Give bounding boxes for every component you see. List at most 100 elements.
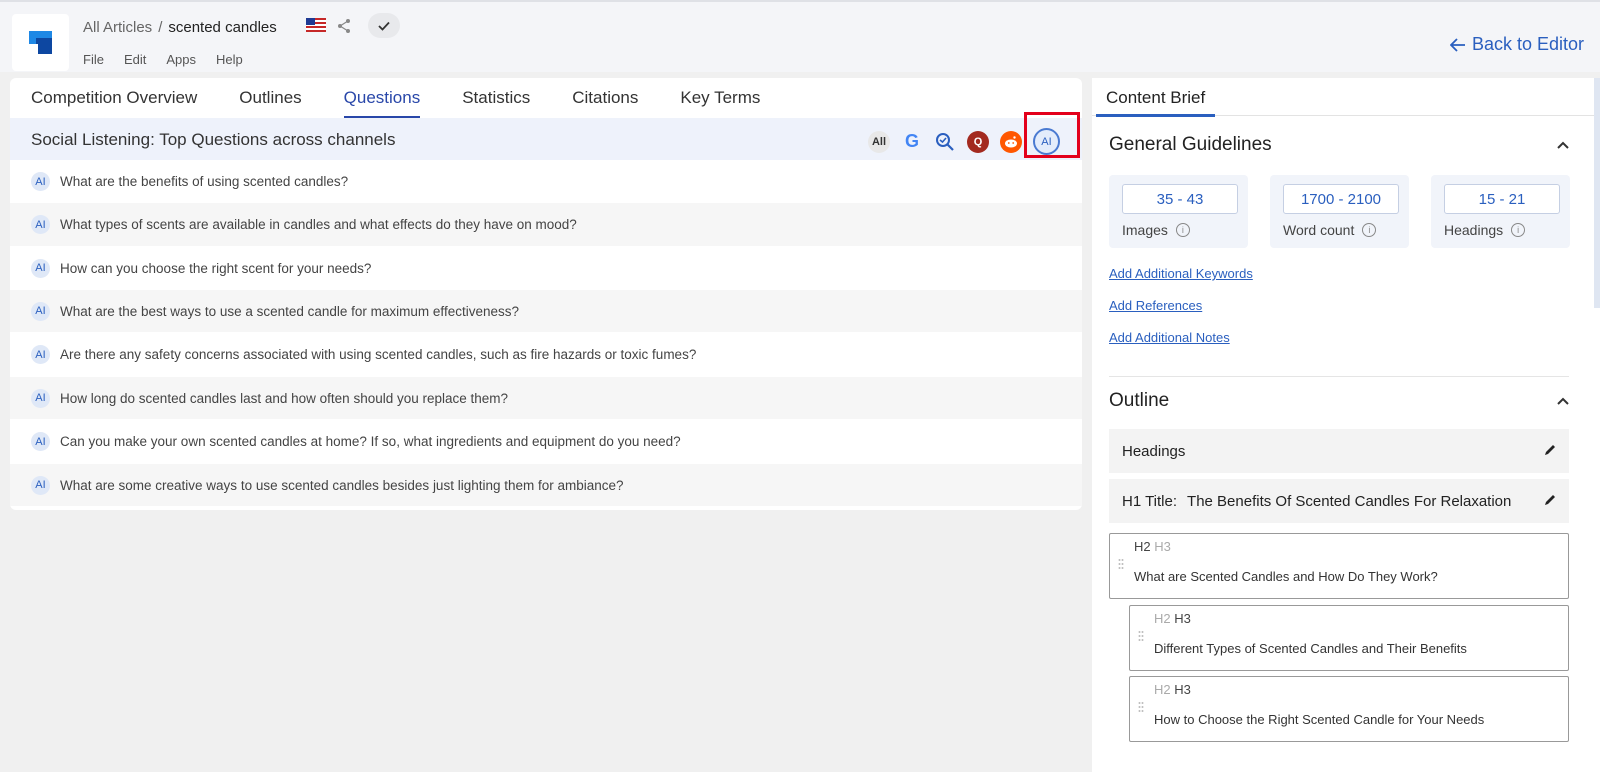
drag-handle-icon[interactable] — [1118, 558, 1124, 570]
top-bar: All Articles / scented candles File Edit… — [0, 0, 1600, 72]
breadcrumb-current: scented candles — [168, 18, 277, 36]
menu-apps[interactable]: Apps — [166, 52, 196, 67]
outline-item-text: What are Scented Candles and How Do They… — [1134, 569, 1438, 584]
brief-tab-bar: Content Brief — [1092, 78, 1600, 117]
info-icon[interactable]: i — [1362, 223, 1377, 237]
question-row[interactable]: AI What are the best ways to use a scent… — [10, 290, 1082, 332]
tab-questions[interactable]: Questions — [343, 78, 420, 118]
filter-all-button[interactable]: All — [868, 130, 890, 153]
tab-competition-overview[interactable]: Competition Overview — [31, 78, 197, 118]
outline-item-text: Different Types of Scented Candles and T… — [1154, 641, 1467, 656]
ai-badge: AI — [31, 475, 50, 495]
h1-value: The Benefits Of Scented Candles For Rela… — [1187, 492, 1512, 510]
h3-tag[interactable]: H3 — [1174, 611, 1191, 626]
ai-badge: AI — [31, 432, 50, 451]
add-references-link[interactable]: Add References — [1109, 298, 1202, 313]
drag-handle-icon[interactable] — [1138, 701, 1144, 713]
question-text: How can you choose the right scent for y… — [60, 260, 372, 276]
h2-tag[interactable]: H2 — [1134, 539, 1151, 554]
search-check-icon[interactable] — [934, 131, 956, 153]
outline-title: Outline — [1109, 390, 1170, 411]
heading-level-toggle: H2 H3 — [1134, 539, 1171, 554]
drag-handle-icon[interactable] — [1138, 630, 1144, 642]
images-label: Images — [1122, 222, 1168, 238]
outline-item-text: How to Choose the Right Scented Candle f… — [1154, 712, 1485, 727]
question-text: What are the benefits of using scented c… — [60, 174, 349, 189]
word-count-range[interactable]: 1700 - 2100 — [1283, 184, 1399, 214]
check-button[interactable] — [368, 13, 400, 38]
question-text: What types of scents are available in ca… — [60, 217, 577, 232]
general-guidelines-title: General Guidelines — [1109, 134, 1272, 155]
back-to-editor-link[interactable]: Back to Editor — [1449, 34, 1584, 55]
check-icon — [378, 21, 390, 31]
add-notes-link[interactable]: Add Additional Notes — [1109, 330, 1230, 345]
h2-tag[interactable]: H2 — [1154, 682, 1171, 697]
questions-list: AI What are the benefits of using scente… — [10, 160, 1082, 506]
question-text: What are the best ways to use a scented … — [60, 303, 519, 319]
pencil-icon[interactable] — [1543, 443, 1557, 457]
menu-help[interactable]: Help — [216, 52, 243, 67]
heading-level-toggle: H2 H3 — [1154, 611, 1191, 626]
tab-statistics[interactable]: Statistics — [462, 78, 530, 118]
tab-content-brief[interactable]: Content Brief — [1096, 78, 1216, 117]
outline-item-h3[interactable]: H2 H3 Different Types of Scented Candles… — [1129, 605, 1569, 671]
question-row[interactable]: AI How can you choose the right scent fo… — [10, 246, 1082, 290]
question-row[interactable]: AI What are the benefits of using scente… — [10, 160, 1082, 203]
menu-edit[interactable]: Edit — [124, 52, 146, 67]
question-text: Can you make your own scented candles at… — [60, 434, 681, 449]
outline-item-h3[interactable]: H2 H3 How to Choose the Right Scented Ca… — [1129, 676, 1569, 742]
question-row[interactable]: AI What types of scents are available in… — [10, 203, 1082, 246]
headings-range[interactable]: 15 - 21 — [1444, 184, 1560, 214]
h3-tag[interactable]: H3 — [1174, 682, 1191, 697]
scrollbar[interactable] — [1594, 78, 1600, 308]
info-icon[interactable]: i — [1175, 223, 1190, 237]
chevron-up-icon[interactable] — [1556, 138, 1570, 152]
breadcrumb: All Articles / scented candles — [83, 17, 277, 37]
h2-tag[interactable]: H2 — [1154, 611, 1171, 626]
tab-key-terms[interactable]: Key Terms — [680, 78, 760, 118]
h3-tag[interactable]: H3 — [1154, 539, 1171, 554]
google-icon[interactable]: G — [901, 131, 923, 153]
guideline-images: 35 - 43 Images i — [1109, 175, 1248, 248]
content-brief-panel: Content Brief General Guidelines 35 - 43… — [1092, 78, 1600, 772]
back-to-editor-label: Back to Editor — [1471, 34, 1584, 54]
pencil-icon[interactable] — [1543, 493, 1557, 507]
social-listening-title: Social Listening: Top Questions across c… — [31, 130, 396, 149]
add-keywords-link[interactable]: Add Additional Keywords — [1109, 266, 1253, 281]
menu-file[interactable]: File — [83, 52, 104, 67]
question-text: What are some creative ways to use scent… — [60, 477, 624, 493]
quora-icon[interactable]: Q — [967, 130, 989, 153]
question-row[interactable]: AI Can you make your own scented candles… — [10, 419, 1082, 464]
headings-label: Headings — [1444, 222, 1504, 238]
us-flag-icon[interactable] — [306, 18, 326, 32]
breadcrumb-root[interactable]: All Articles — [83, 19, 152, 36]
chevron-up-icon[interactable] — [1556, 394, 1570, 408]
question-row[interactable]: AI What are some creative ways to use sc… — [10, 464, 1082, 506]
question-row[interactable]: AI How long do scented candles last and … — [10, 377, 1082, 419]
guideline-headings: 15 - 21 Headings i — [1431, 175, 1570, 248]
question-text: How long do scented candles last and how… — [60, 390, 509, 406]
info-icon[interactable]: i — [1511, 223, 1526, 237]
breadcrumb-separator: / — [158, 18, 163, 36]
tab-citations[interactable]: Citations — [572, 78, 638, 118]
h1-label: H1 Title: — [1122, 492, 1178, 510]
app-logo[interactable] — [12, 14, 69, 71]
ai-filter-highlight — [1024, 112, 1080, 158]
ai-badge: AI — [31, 172, 50, 191]
headings-row-label: Headings — [1122, 442, 1186, 460]
ai-badge: AI — [31, 258, 50, 278]
tab-outlines[interactable]: Outlines — [239, 78, 301, 118]
guideline-word-count: 1700 - 2100 Word count i — [1270, 175, 1409, 248]
headings-row[interactable]: Headings — [1109, 429, 1569, 473]
outline-item-h2[interactable]: H2 H3 What are Scented Candles and How D… — [1109, 533, 1569, 599]
question-row[interactable]: AI Are there any safety concerns associa… — [10, 332, 1082, 377]
ai-badge: AI — [31, 215, 50, 234]
ai-badge: AI — [31, 301, 50, 321]
reddit-icon[interactable] — [1000, 130, 1022, 153]
images-range[interactable]: 35 - 43 — [1122, 184, 1238, 214]
question-text: Are there any safety concerns associated… — [60, 347, 697, 362]
h1-title-row[interactable]: H1 Title: The Benefits Of Scented Candle… — [1109, 479, 1569, 523]
arrow-left-icon — [1449, 37, 1465, 52]
share-icon[interactable] — [336, 18, 352, 34]
heading-level-toggle: H2 H3 — [1154, 682, 1191, 697]
